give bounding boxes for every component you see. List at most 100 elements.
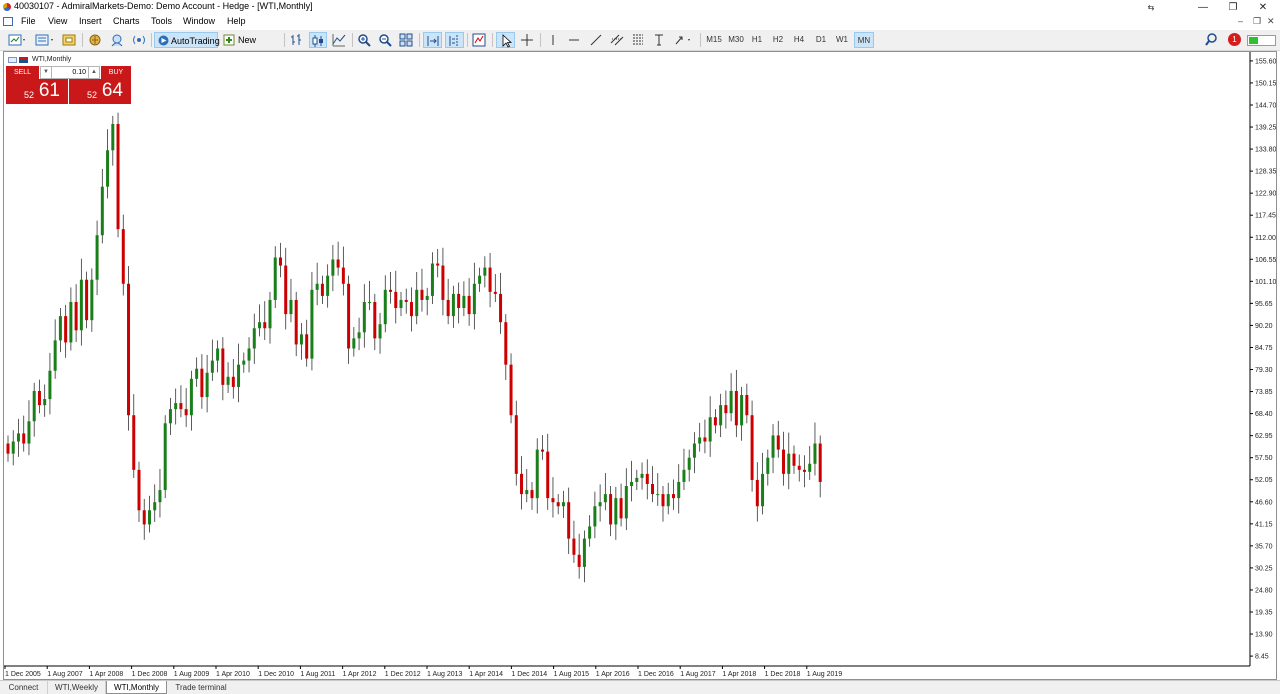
bullish-candle: [698, 437, 702, 444]
bullish-candle: [111, 123, 115, 151]
menu-window[interactable]: Window: [183, 16, 215, 26]
time-tick-label: 1 Dec 2016: [638, 671, 674, 678]
fibonacci-icon[interactable]: [629, 32, 647, 48]
bar-chart-icon[interactable]: [288, 32, 306, 48]
bullish-candle: [189, 378, 193, 416]
timeframe-h4[interactable]: H4: [789, 32, 809, 48]
sell-price-pips: 61: [38, 80, 60, 101]
cursor-icon[interactable]: [496, 32, 515, 48]
price-tick-label: 101.10: [1255, 279, 1276, 286]
signals-icon[interactable]: [130, 32, 148, 48]
time-tick-label: 1 Apr 2010: [216, 671, 250, 678]
timeframe-d1[interactable]: D1: [811, 32, 831, 48]
window-title: 40030107 - AdmiralMarkets-Demo: Demo Acc…: [14, 1, 313, 11]
bullish-candle: [588, 526, 592, 539]
bullish-candle: [32, 390, 36, 422]
bullish-candle: [462, 295, 466, 309]
terminal-icon[interactable]: [108, 32, 126, 48]
timeframe-mn[interactable]: MN: [854, 32, 874, 48]
tab-connect[interactable]: Connect: [0, 681, 48, 694]
bullish-candle: [766, 457, 770, 474]
timeframe-m15[interactable]: M15: [704, 32, 724, 48]
lot-increase-icon[interactable]: ▲: [88, 67, 99, 78]
zoom-out-icon[interactable]: [376, 32, 394, 48]
sell-price[interactable]: 52 61: [6, 79, 68, 104]
minimize-button[interactable]: —: [1188, 0, 1218, 15]
bearish-candle: [347, 283, 351, 349]
time-tick-label: 1 Dec 2010: [258, 671, 294, 678]
price-chart[interactable]: 155.60 150.15 144.70 139.25 133.80 128.35 122.…: [4, 52, 1276, 679]
flag-icon: [19, 57, 28, 63]
auto-scroll-icon[interactable]: [423, 32, 442, 48]
lot-size-input[interactable]: ▼ 0.10 ▲: [40, 66, 100, 79]
menu-insert[interactable]: Insert: [79, 16, 102, 26]
crosshair-icon[interactable]: [518, 32, 536, 48]
bearish-candle: [546, 451, 550, 499]
timeframe-m30[interactable]: M30: [726, 32, 746, 48]
chart-window[interactable]: 155.60 150.15 144.70 139.25 133.80 128.35 122.…: [3, 51, 1277, 680]
zoom-in-icon[interactable]: [355, 32, 373, 48]
candlestick-chart-icon[interactable]: [309, 32, 327, 48]
bullish-candle: [425, 295, 429, 300]
tab-trade-terminal[interactable]: Trade terminal: [167, 681, 235, 694]
menu-view[interactable]: View: [48, 16, 67, 26]
time-tick-label: 1 Aug 2011: [300, 671, 335, 678]
buy-button[interactable]: BUY: [101, 66, 131, 79]
trendline-icon[interactable]: [587, 32, 605, 48]
vertical-line-icon[interactable]: [545, 32, 561, 48]
bullish-candle: [357, 332, 361, 339]
mdi-close-icon[interactable]: ✕: [1267, 16, 1275, 27]
text-icon[interactable]: [650, 32, 668, 48]
tab-wti-weekly[interactable]: WTI,Weekly: [48, 681, 106, 694]
chart-shift-icon[interactable]: [445, 32, 464, 48]
settings-icon[interactable]: ⇆: [1136, 0, 1166, 15]
bullish-candle: [787, 453, 791, 474]
market-watch-icon[interactable]: [60, 32, 78, 48]
new-chart-icon[interactable]: [6, 32, 28, 48]
autotrading-button[interactable]: AutoTrading: [154, 32, 220, 48]
sell-button[interactable]: SELL: [6, 66, 39, 79]
line-chart-icon[interactable]: [330, 32, 348, 48]
maximize-button[interactable]: ❐: [1218, 0, 1248, 15]
arrows-icon[interactable]: [672, 32, 696, 48]
bullish-candle: [210, 360, 214, 373]
bullish-candle: [383, 289, 387, 325]
mdi-minimize-icon[interactable]: –: [1238, 16, 1243, 26]
tab-wti-monthly[interactable]: WTI,Monthly: [106, 681, 167, 694]
time-tick-label: 1 Dec 2014: [511, 671, 547, 678]
profiles-icon[interactable]: [32, 32, 56, 48]
timeframe-w1[interactable]: W1: [832, 32, 852, 48]
menu-charts[interactable]: Charts: [113, 16, 140, 26]
equidistant-channel-icon[interactable]: [608, 32, 626, 48]
tile-windows-icon[interactable]: [397, 32, 415, 48]
bearish-candle: [121, 229, 125, 284]
menu-help[interactable]: Help: [227, 16, 246, 26]
bullish-candle: [740, 394, 744, 426]
search-icon[interactable]: [1203, 32, 1219, 48]
bearish-candle: [389, 289, 393, 292]
mdi-restore-icon[interactable]: ❐: [1253, 16, 1261, 27]
bullish-candle: [27, 421, 31, 444]
price-tick-label: 144.70: [1255, 102, 1276, 109]
bullish-candle: [761, 473, 765, 507]
timeframe-h2[interactable]: H2: [768, 32, 788, 48]
price-tick-label: 112.00: [1255, 235, 1276, 242]
menu-file[interactable]: File: [21, 16, 36, 26]
horizontal-line-icon[interactable]: [565, 32, 583, 48]
new-order-button[interactable]: New Order: [222, 32, 280, 61]
bullish-candle: [708, 417, 712, 442]
bullish-candle: [147, 510, 151, 525]
notifications-badge[interactable]: 1: [1228, 33, 1241, 46]
indicators-icon[interactable]: [470, 32, 488, 48]
menu-tools[interactable]: Tools: [151, 16, 172, 26]
close-button[interactable]: ✕: [1248, 0, 1278, 15]
price-tick-label: 8.45: [1255, 654, 1269, 661]
buy-price[interactable]: 52 64: [69, 79, 131, 104]
bearish-candle: [294, 299, 298, 345]
chart-window-icon[interactable]: [3, 17, 13, 26]
lot-decrease-icon[interactable]: ▼: [41, 67, 52, 78]
navigator-icon[interactable]: [86, 32, 104, 48]
connection-status-indicator[interactable]: [1247, 35, 1276, 46]
timeframe-h1[interactable]: H1: [747, 32, 767, 48]
bearish-candle: [551, 498, 555, 503]
